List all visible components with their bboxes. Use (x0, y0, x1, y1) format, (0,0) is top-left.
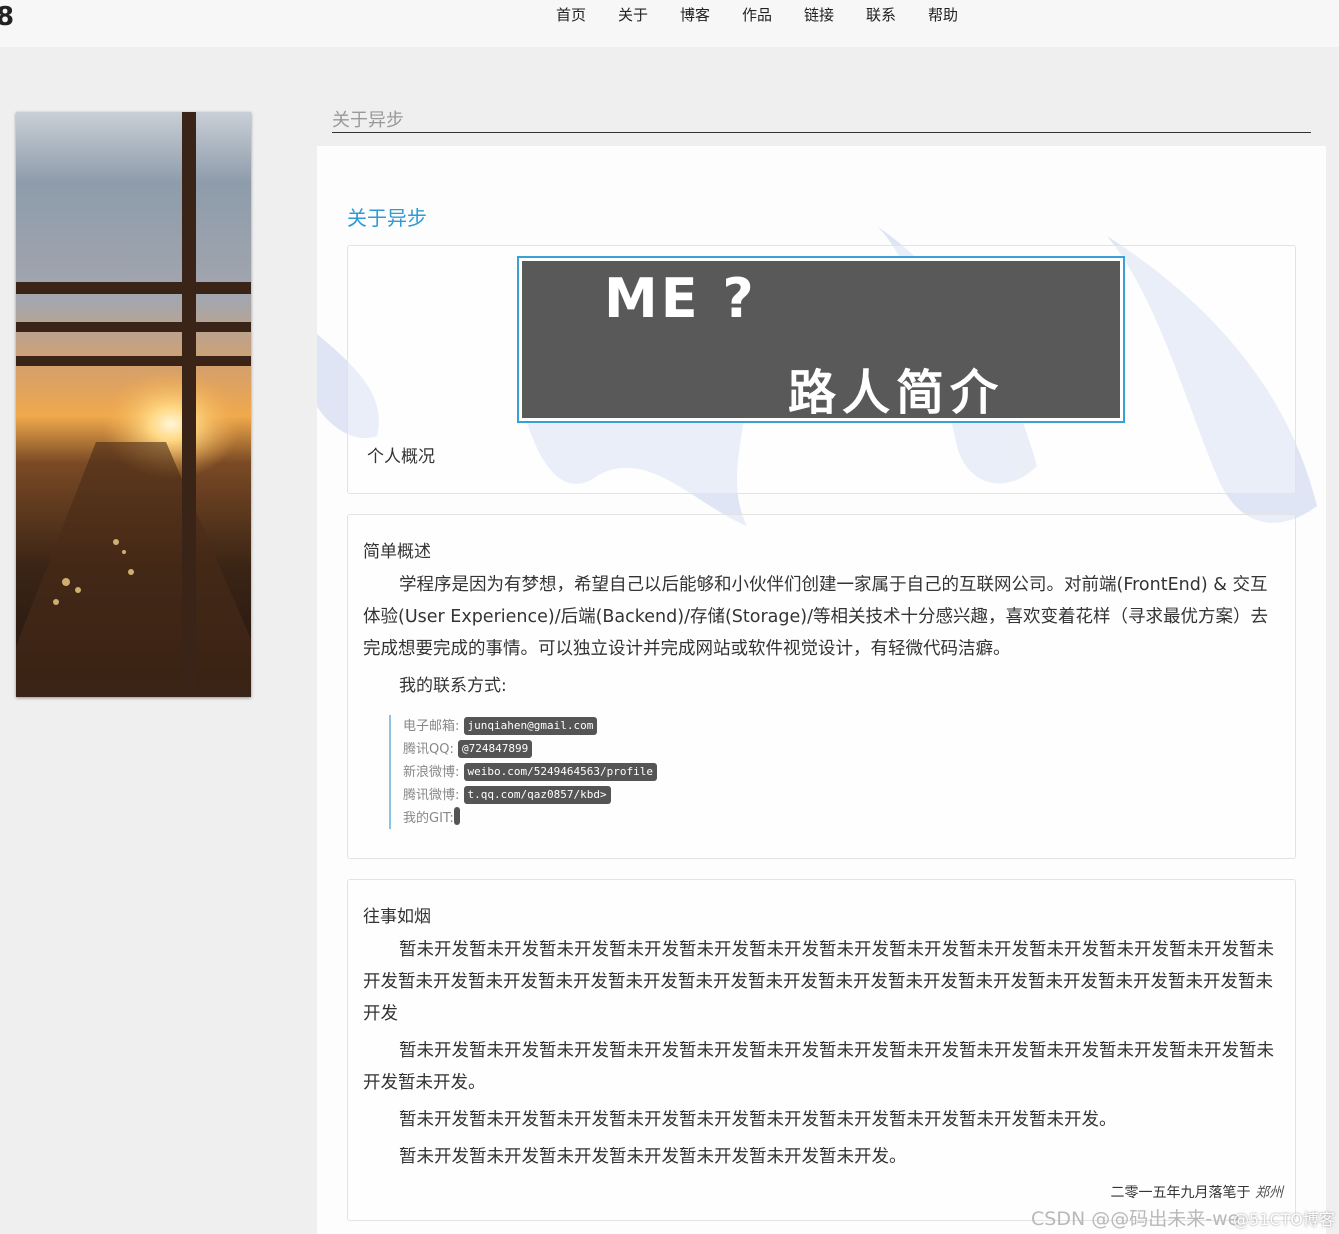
banner-image: ME ? 路人简介 (522, 261, 1120, 421)
past-paragraph-3: 暂未开发暂未开发暂未开发暂未开发暂未开发暂未开发暂未开发暂未开发暂未开发暂未开发… (399, 1110, 1117, 1130)
past-card: 往事如烟 暂未开发暂未开发暂未开发暂未开发暂未开发暂未开发暂未开发暂未开发暂未开… (347, 879, 1296, 1221)
intro-banner: ME ? 路人简介 (517, 256, 1125, 423)
cto-watermark: @51CTO博客 (1233, 1210, 1335, 1229)
signature: 二零一五年九月落笔于 郑州 (1110, 1185, 1283, 1201)
nav-works[interactable]: 作品 (742, 4, 804, 25)
past-title: 往事如烟 (363, 907, 431, 927)
contact-git: 我的GIT: (403, 807, 783, 830)
nav-help[interactable]: 帮助 (928, 4, 990, 25)
past-paragraph-4: 暂未开发暂未开发暂未开发暂未开发暂未开发暂未开发暂未开发。 (399, 1147, 907, 1167)
nav-links[interactable]: 链接 (804, 4, 866, 25)
past-paragraph-2: 暂未开发暂未开发暂未开发暂未开发暂未开发暂未开发暂未开发暂未开发暂未开发暂未开发… (363, 1041, 1274, 1093)
contact-label: 我的联系方式: (399, 676, 507, 696)
tweibo-value[interactable]: t.qq.com/qaz0857/kbd> (463, 786, 611, 804)
banner-line-intro: 路人简介 (788, 365, 1005, 421)
summary-title: 简单概述 (363, 542, 431, 562)
nav-blog[interactable]: 博客 (680, 4, 742, 25)
weibo-value[interactable]: weibo.com/5249464563/profile (463, 763, 657, 781)
qq-value[interactable]: @724847899 (458, 740, 533, 758)
summary-paragraph: 学程序是因为有梦想，希望自己以后能够和小伙伴们创建一家属于自己的互联网公司。对前… (363, 575, 1268, 659)
contact-weibo: 新浪微博: weibo.com/5249464563/profile (403, 761, 783, 784)
past-paragraph-1: 暂未开发暂未开发暂未开发暂未开发暂未开发暂未开发暂未开发暂未开发暂未开发暂未开发… (363, 940, 1274, 1024)
contact-email: 电子邮箱: junqiahen@gmail.com (403, 715, 783, 738)
email-value[interactable]: junqiahen@gmail.com (463, 717, 598, 735)
main-content: 关于异步 ME ? 路人简介 个人概况 简单概述 学程序是因为有梦想，希望自己以… (317, 146, 1326, 1234)
page-heading: 关于异步 (332, 106, 1311, 133)
sidebar-photo (16, 112, 251, 697)
csdn-watermark: CSDN @@码出未来-we (1031, 1208, 1240, 1230)
contact-list: 电子邮箱: junqiahen@gmail.com 腾讯QQ: @7248478… (389, 715, 783, 829)
top-navbar: 8 首页 关于 博客 作品 链接 联系 帮助 (0, 0, 1339, 47)
sunset-window-image (16, 112, 251, 697)
site-logo[interactable]: 8 (0, 2, 14, 32)
main-nav: 首页 关于 博客 作品 链接 联系 帮助 (556, 4, 990, 25)
nav-about[interactable]: 关于 (618, 4, 680, 25)
overview-label: 个人概况 (367, 447, 435, 467)
banner-line-me: ME ? (604, 267, 757, 330)
contact-tweibo: 腾讯微博: t.qq.com/qaz0857/kbd> (403, 784, 783, 807)
nav-contact[interactable]: 联系 (866, 4, 928, 25)
summary-card: 简单概述 学程序是因为有梦想，希望自己以后能够和小伙伴们创建一家属于自己的互联网… (347, 514, 1296, 859)
intro-card: ME ? 路人简介 个人概况 (347, 245, 1296, 494)
signature-place: 郑州 (1255, 1185, 1283, 1201)
contact-qq: 腾讯QQ: @724847899 (403, 738, 783, 761)
git-value[interactable] (453, 807, 460, 825)
nav-home[interactable]: 首页 (556, 4, 618, 25)
section-title: 关于异步 (347, 206, 427, 230)
